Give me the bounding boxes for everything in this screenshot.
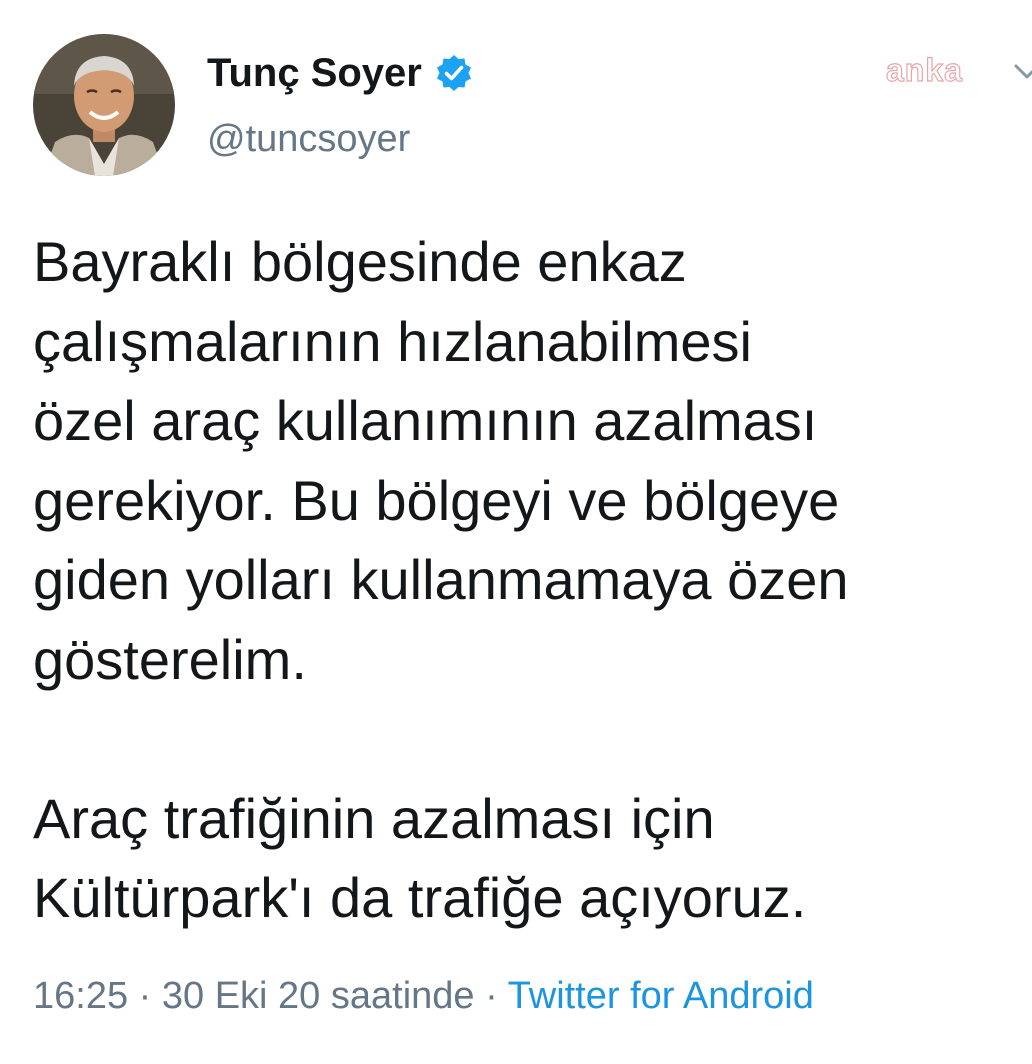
author-handle[interactable]: @tuncsoyer xyxy=(207,118,410,161)
author-name-row[interactable]: Tunç Soyer xyxy=(207,48,474,98)
watermark-logo: anka xyxy=(885,51,963,88)
tweet-date[interactable]: 30 Eki 20 saatinde xyxy=(162,975,475,1017)
chevron-down-icon[interactable] xyxy=(1012,60,1032,84)
tweet-text: Bayraklı bölgesinde enkaz çalışmalarının… xyxy=(33,230,849,929)
tweet-meta: 16:25 · 30 Eki 20 saatinde · Twitter for… xyxy=(33,975,814,1018)
tweet-source-link[interactable]: Twitter for Android xyxy=(508,975,814,1017)
avatar[interactable] xyxy=(33,34,175,176)
tweet-card: Tunç Soyer @tuncsoyer anka Bayraklı bölg… xyxy=(0,0,1032,1064)
tweet-time[interactable]: 16:25 xyxy=(33,975,128,1017)
author-display-name[interactable]: Tunç Soyer xyxy=(207,51,422,96)
verified-badge-icon xyxy=(434,53,474,93)
meta-separator: · xyxy=(474,975,508,1017)
meta-separator: · xyxy=(128,975,162,1017)
